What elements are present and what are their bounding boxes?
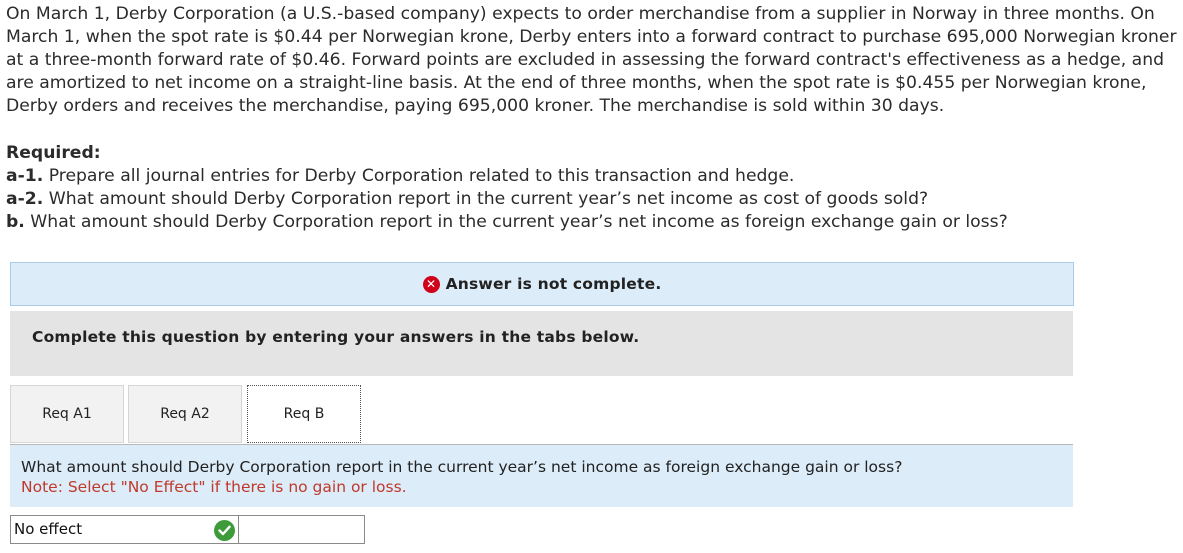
instructions-panel: Complete this question by entering your … [10,311,1073,376]
required-item-label: a-1. [6,166,44,186]
instructions-text: Complete this question by entering your … [32,328,640,346]
required-item-a1: a-1. Prepare all journal entries for Der… [6,165,1178,188]
answer-select[interactable]: No effect [10,515,239,544]
required-item-text: What amount should Derby Corporation rep… [24,212,1008,232]
tab-req-a2[interactable]: Req A2 [128,385,242,443]
tab-req-b[interactable]: Req B [247,385,361,443]
required-item-label: b. [6,212,25,232]
question-panel: What amount should Derby Corporation rep… [10,445,1073,507]
tab-req-a1[interactable]: Req A1 [10,385,124,443]
required-item-text: Prepare all journal entries for Derby Co… [43,166,795,186]
required-item-label: a-2. [6,189,44,209]
required-item-text: What amount should Derby Corporation rep… [43,189,929,209]
required-section: Required: a-1. Prepare all journal entri… [6,142,1178,234]
question-note: Note: Select "No Effect" if there is no … [21,478,407,496]
status-banner: ✕ Answer is not complete. [10,262,1074,306]
banner-text: Answer is not complete. [445,275,662,293]
answer-selected-value: No effect [14,520,83,538]
question-text: What amount should Derby Corporation rep… [21,458,903,476]
problem-text: On March 1, Derby Corporation (a U.S.-ba… [6,4,1177,116]
required-item-a2: a-2. What amount should Derby Corporatio… [6,188,1178,211]
check-circle-icon [214,520,235,541]
answer-amount-input[interactable] [239,515,365,544]
x-circle-icon: ✕ [422,275,440,293]
required-heading: Required: [6,143,101,163]
required-item-b: b. What amount should Derby Corporation … [6,211,1178,234]
